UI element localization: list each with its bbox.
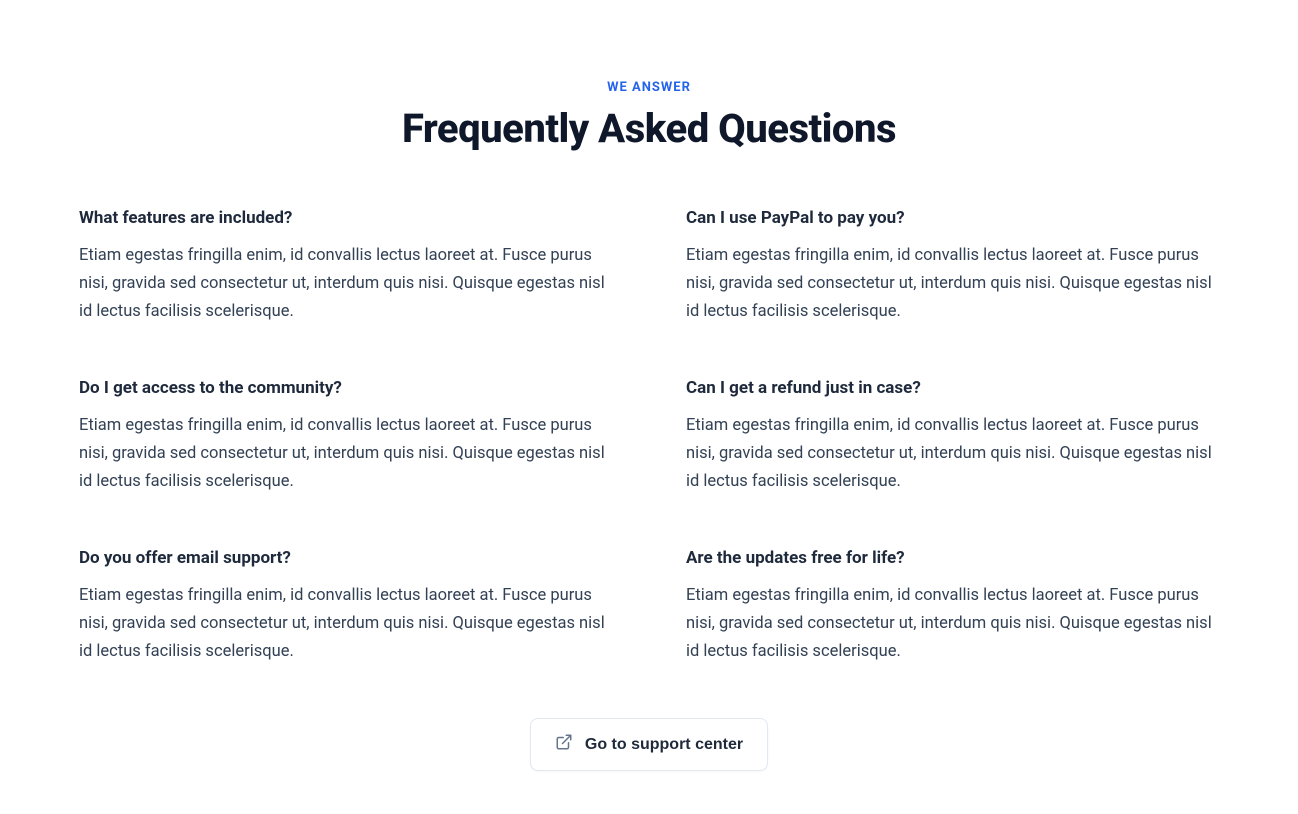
- faq-item: Do you offer email support? Etiam egesta…: [79, 548, 612, 666]
- faq-section: WE ANSWER Frequently Asked Questions Wha…: [39, 0, 1259, 811]
- faq-item: Do I get access to the community? Etiam …: [79, 378, 612, 496]
- faq-answer: Etiam egestas fringilla enim, id convall…: [79, 412, 612, 496]
- cta-wrap: Go to support center: [79, 718, 1219, 771]
- external-link-icon: [555, 733, 573, 756]
- eyebrow-label: WE ANSWER: [79, 80, 1219, 95]
- support-center-button[interactable]: Go to support center: [530, 718, 768, 771]
- faq-header: WE ANSWER Frequently Asked Questions: [79, 80, 1219, 152]
- faq-question: Can I use PayPal to pay you?: [686, 208, 1219, 228]
- cta-label: Go to support center: [585, 736, 743, 754]
- faq-question: What features are included?: [79, 208, 612, 228]
- page-title: Frequently Asked Questions: [79, 105, 1219, 152]
- faq-answer: Etiam egestas fringilla enim, id convall…: [686, 412, 1219, 496]
- faq-question: Do you offer email support?: [79, 548, 612, 568]
- faq-item: Are the updates free for life? Etiam ege…: [686, 548, 1219, 666]
- faq-question: Are the updates free for life?: [686, 548, 1219, 568]
- faq-item: What features are included? Etiam egesta…: [79, 208, 612, 326]
- faq-answer: Etiam egestas fringilla enim, id convall…: [686, 242, 1219, 326]
- faq-answer: Etiam egestas fringilla enim, id convall…: [79, 242, 612, 326]
- faq-question: Do I get access to the community?: [79, 378, 612, 398]
- faq-answer: Etiam egestas fringilla enim, id convall…: [686, 582, 1219, 666]
- faq-question: Can I get a refund just in case?: [686, 378, 1219, 398]
- faq-grid: What features are included? Etiam egesta…: [79, 208, 1219, 666]
- faq-item: Can I use PayPal to pay you? Etiam egest…: [686, 208, 1219, 326]
- faq-answer: Etiam egestas fringilla enim, id convall…: [79, 582, 612, 666]
- faq-item: Can I get a refund just in case? Etiam e…: [686, 378, 1219, 496]
